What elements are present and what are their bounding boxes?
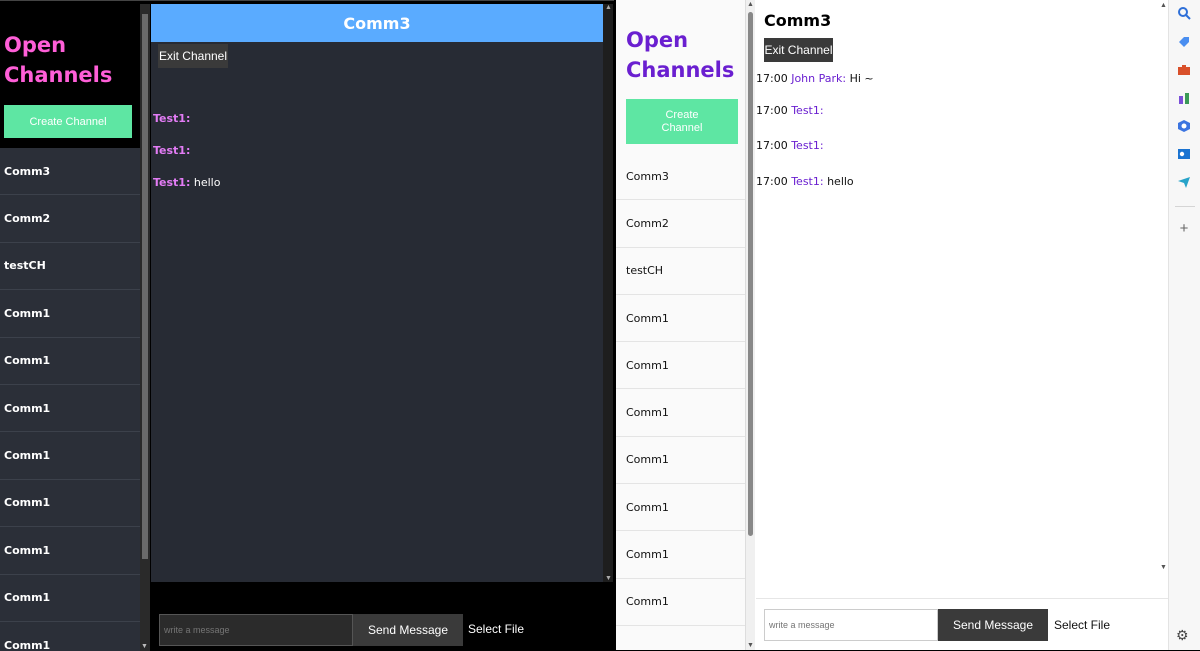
channel-header: Comm3 xyxy=(764,11,832,30)
browser-sidebar: + ⚙ xyxy=(1168,0,1200,650)
channel-item[interactable]: Comm1 xyxy=(0,290,140,338)
channel-list: Comm3 Comm2 testCH Comm1 Comm1 Comm1 Com… xyxy=(616,153,745,626)
create-channel-button[interactable]: Create Channel xyxy=(626,99,738,144)
message-text: hello xyxy=(190,176,221,189)
send-icon[interactable] xyxy=(1176,175,1192,191)
send-message-button[interactable]: Send Message xyxy=(353,614,463,646)
message-time: 17:00 xyxy=(756,104,788,117)
sidebar-scrollbar[interactable]: ▼ xyxy=(140,4,150,651)
message: 17:00 Test1: xyxy=(756,139,824,152)
select-file-button[interactable]: Select File xyxy=(468,622,524,636)
channel-item[interactable]: Comm1 xyxy=(0,622,140,651)
message-user: Test1: xyxy=(153,112,191,125)
message-user: Test1: xyxy=(153,176,191,189)
left-sidebar: Open Channels Create Channel Comm3 Comm2… xyxy=(0,4,140,651)
add-icon[interactable]: + xyxy=(1176,221,1192,237)
scroll-up-icon[interactable]: ▲ xyxy=(747,1,754,8)
chess-icon[interactable] xyxy=(1176,91,1192,107)
chat-panel: Comm3 Exit Channel Test1: Test1: Test1: … xyxy=(151,4,603,582)
channel-item[interactable]: Comm3 xyxy=(0,148,140,196)
message-user: Test1: xyxy=(791,139,824,152)
chat-scrollbar[interactable]: ▲ ▼ xyxy=(603,4,613,582)
message: 17:00 John Park: Hi ~ xyxy=(756,72,874,85)
message-composer: Send Message Select File xyxy=(756,598,1168,650)
office-icon[interactable] xyxy=(1176,119,1192,135)
message-time: 17:00 xyxy=(756,72,788,85)
channel-item[interactable]: Comm1 xyxy=(616,342,745,390)
sidebar-scrollbar[interactable]: ▲ ▼ xyxy=(746,0,755,650)
channel-item[interactable]: Comm1 xyxy=(0,480,140,528)
channel-list: Comm3 Comm2 testCH Comm1 Comm1 Comm1 Com… xyxy=(0,148,140,651)
message-text: hello xyxy=(823,175,854,188)
right-chat-window: Open Channels Create Channel Comm3 Comm2… xyxy=(616,0,1200,650)
message-user: Test1: xyxy=(153,144,191,157)
chat-panel: Comm3 Exit Channel 17:00 John Park: Hi ~… xyxy=(756,0,1168,598)
message-input[interactable] xyxy=(764,609,938,641)
scroll-down-icon[interactable]: ▼ xyxy=(747,642,754,649)
message-time: 17:00 xyxy=(756,139,788,152)
right-sidebar: Open Channels Create Channel Comm3 Comm2… xyxy=(616,0,746,650)
channel-item[interactable]: Comm1 xyxy=(0,385,140,433)
briefcase-icon[interactable] xyxy=(1176,63,1192,79)
message-user: Test1: xyxy=(791,175,824,188)
channel-item[interactable]: testCH xyxy=(0,243,140,291)
scroll-down-icon[interactable]: ▼ xyxy=(141,643,148,650)
left-chat-window: Open Channels Create Channel Comm3 Comm2… xyxy=(0,0,614,651)
channel-header: Comm3 xyxy=(151,4,603,42)
message-input[interactable] xyxy=(159,614,353,646)
message: 17:00 Test1: xyxy=(756,104,824,117)
channel-item[interactable]: Comm1 xyxy=(616,295,745,343)
settings-icon[interactable]: ⚙ xyxy=(1176,627,1189,644)
channel-item[interactable]: Comm2 xyxy=(616,200,745,248)
scroll-down-icon[interactable]: ▼ xyxy=(605,575,612,582)
message: Test1: xyxy=(153,112,190,125)
message-text: Hi ~ xyxy=(846,72,874,85)
scrollbar-thumb[interactable] xyxy=(748,12,753,536)
channel-item[interactable]: Comm1 xyxy=(0,575,140,622)
channel-item[interactable]: Comm1 xyxy=(616,484,745,532)
message: 17:00 Test1: hello xyxy=(756,175,854,188)
channel-item[interactable]: Comm1 xyxy=(616,579,745,626)
channel-item[interactable]: Comm1 xyxy=(616,437,745,485)
message-time: 17:00 xyxy=(756,175,788,188)
channel-item[interactable]: Comm1 xyxy=(0,432,140,480)
message: Test1: xyxy=(153,144,190,157)
channel-item[interactable]: Comm1 xyxy=(0,338,140,385)
message-user: Test1: xyxy=(791,104,824,117)
toolbar-divider xyxy=(1175,206,1195,207)
channel-item[interactable]: Comm2 xyxy=(0,195,140,243)
sidebar-title: Open Channels xyxy=(626,28,735,82)
scroll-up-icon[interactable]: ▲ xyxy=(605,4,612,11)
scroll-down-icon[interactable]: ▼ xyxy=(1160,564,1167,571)
outlook-icon[interactable] xyxy=(1176,147,1192,163)
tag-icon[interactable] xyxy=(1176,35,1192,51)
message: Test1: hello xyxy=(153,176,220,189)
channel-item[interactable]: testCH xyxy=(616,248,745,295)
scroll-up-icon[interactable]: ▲ xyxy=(1160,2,1167,9)
sidebar-title: Open Channels xyxy=(4,33,113,87)
channel-item[interactable]: Comm1 xyxy=(616,389,745,437)
scrollbar-thumb[interactable] xyxy=(142,14,148,559)
search-icon[interactable] xyxy=(1176,6,1192,22)
create-channel-button[interactable]: Create Channel xyxy=(4,105,132,138)
channel-item[interactable]: Comm1 xyxy=(0,527,140,575)
channel-item[interactable]: Comm1 xyxy=(616,531,745,579)
exit-channel-button[interactable]: Exit Channel xyxy=(158,44,228,68)
select-file-button[interactable]: Select File xyxy=(1054,618,1110,632)
exit-channel-button[interactable]: Exit Channel xyxy=(764,38,833,62)
message-composer: Send Message Select File xyxy=(151,582,614,651)
channel-item[interactable]: Comm3 xyxy=(616,153,745,201)
send-message-button[interactable]: Send Message xyxy=(938,609,1048,641)
message-user: John Park: xyxy=(791,72,847,85)
